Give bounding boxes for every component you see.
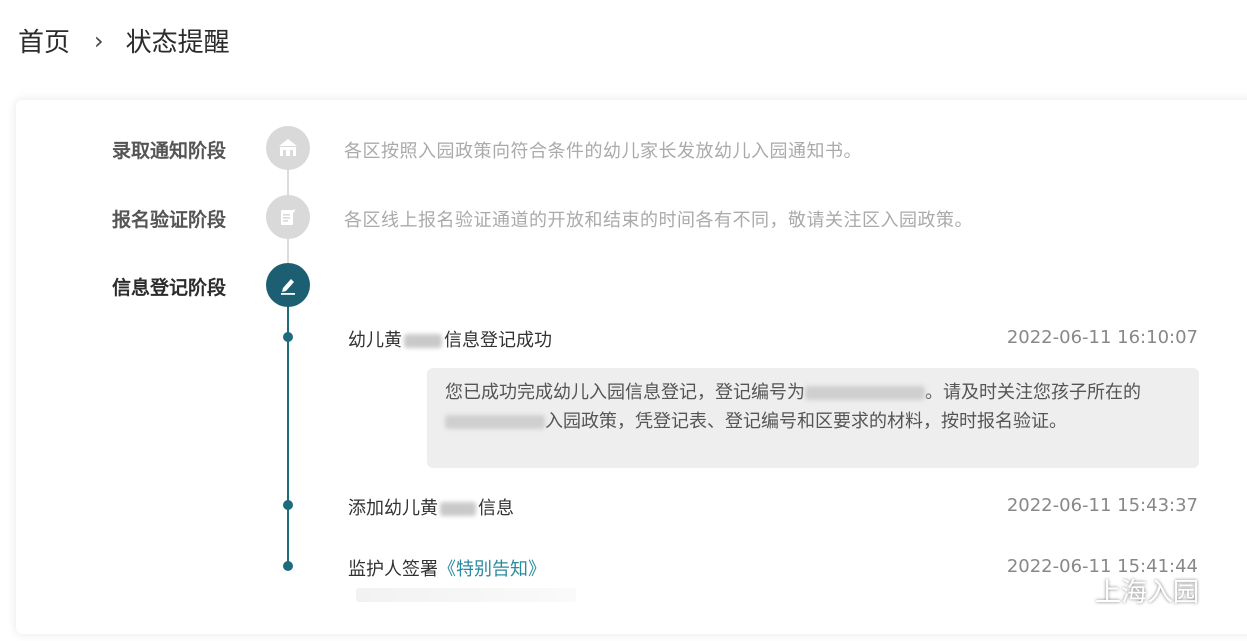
event-title-add-child: 添加幼儿黄 信息 bbox=[348, 494, 514, 520]
event-time: 2022-06-11 15:43:37 bbox=[1006, 495, 1198, 516]
stage-label-info-register: 信息登记阶段 bbox=[111, 277, 226, 299]
event-title-prefix: 幼儿黄 bbox=[348, 330, 402, 351]
status-card: 录取通知阶段 各区按照入园政策向符合条件的幼儿家长发放幼儿入园通知书。 报名验证… bbox=[16, 100, 1247, 634]
wechat-icon bbox=[1047, 574, 1086, 605]
building-icon bbox=[266, 126, 310, 170]
redacted-name bbox=[440, 502, 476, 516]
event-title-guardian-sign: 监护人签署《特别告知》 bbox=[348, 555, 546, 581]
message-text-1: 您已成功完成幼儿入园信息登记，登记编号为 bbox=[445, 382, 805, 403]
breadcrumb-home[interactable]: 首页 bbox=[18, 22, 70, 59]
stage-desc-registration-verify: 各区线上报名验证通道的开放和结束的时间各有不同，敬请关注区入园政策。 bbox=[344, 210, 973, 231]
message-text-3: 入园政策，凭登记表、登记编号和区要求的材料，按时报名验证。 bbox=[545, 411, 1067, 432]
event-message: 您已成功完成幼儿入园信息登记，登记编号为 。请及时关注您孩子所在的入园政策，凭登记… bbox=[427, 368, 1199, 468]
timeline-line-active bbox=[287, 306, 289, 566]
redacted-registration-number bbox=[805, 386, 925, 400]
stage-label-admission: 录取通知阶段 bbox=[111, 140, 226, 162]
faded-placeholder bbox=[356, 588, 576, 602]
redacted-district bbox=[445, 415, 545, 429]
event-time: 2022-06-11 16:10:07 bbox=[1006, 327, 1198, 348]
breadcrumb: 首页 › 状态提醒 bbox=[18, 22, 230, 59]
event-title-register-success: 幼儿黄 信息登记成功 bbox=[348, 326, 552, 352]
timeline-dot bbox=[283, 561, 293, 571]
redacted-name bbox=[404, 334, 442, 348]
stage-desc-admission: 各区按照入园政策向符合条件的幼儿家长发放幼儿入园通知书。 bbox=[344, 141, 862, 162]
chevron-right-icon: › bbox=[94, 26, 104, 55]
event-title-suffix: 信息 bbox=[478, 498, 514, 519]
event-title-suffix: 信息登记成功 bbox=[444, 330, 552, 351]
message-text-2: 。请及时关注您孩子所在的 bbox=[925, 382, 1141, 403]
special-notice-link[interactable]: 《特别告知》 bbox=[438, 559, 546, 580]
timeline-dot bbox=[283, 332, 293, 342]
event-title-prefix: 监护人签署 bbox=[348, 559, 438, 580]
watermark: 上海入园 bbox=[1047, 572, 1199, 609]
pen-icon bbox=[266, 263, 310, 307]
breadcrumb-current: 状态提醒 bbox=[125, 28, 230, 58]
document-icon bbox=[266, 195, 310, 239]
event-title-prefix: 添加幼儿黄 bbox=[348, 498, 438, 519]
stage-label-registration-verify: 报名验证阶段 bbox=[111, 209, 226, 231]
timeline-dot bbox=[283, 500, 293, 510]
watermark-text: 上海入园 bbox=[1094, 578, 1199, 608]
